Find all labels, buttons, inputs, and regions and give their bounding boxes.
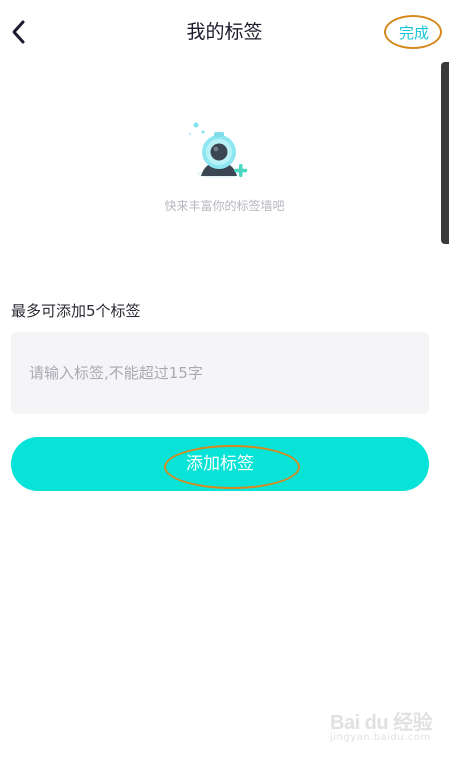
- camera-tag-illustration: [183, 118, 255, 190]
- add-tag-button[interactable]: 添加标签: [11, 437, 429, 491]
- done-button-label: 完成: [398, 24, 429, 42]
- tag-limit-hint: 最多可添加5个标签: [11, 302, 141, 320]
- tag-input[interactable]: [29, 360, 409, 386]
- watermark-logo: Bai du 经验: [330, 712, 433, 734]
- add-tag-button-label: 添加标签: [186, 454, 254, 474]
- baidu-jingyan-watermark: Bai du 经验 jingyan.baidu.com: [330, 706, 442, 750]
- scrollbar[interactable]: [441, 62, 449, 244]
- done-button[interactable]: 完成: [384, 15, 442, 49]
- watermark-url: jingyan.baidu.com: [330, 732, 431, 743]
- tag-input-container: [11, 332, 429, 414]
- empty-state-text: 快来丰富你的标签墙吧: [164, 199, 285, 213]
- page-title: 我的标签: [186, 21, 263, 43]
- header-bar: 我的标签 完成: [0, 0, 449, 64]
